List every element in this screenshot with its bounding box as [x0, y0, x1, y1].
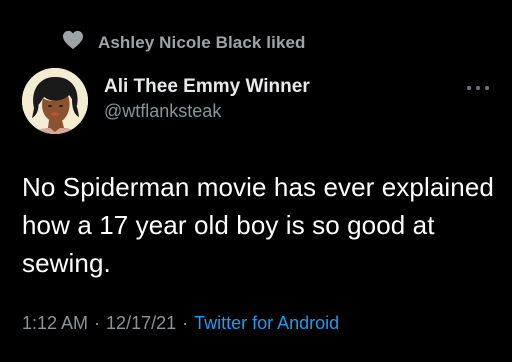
- tweet-date[interactable]: 12/17/21: [106, 313, 176, 334]
- meta-separator: ·: [94, 313, 101, 333]
- dot: [467, 86, 471, 90]
- social-context[interactable]: Ashley Nicole Black liked: [62, 30, 306, 55]
- tweet-time[interactable]: 1:12 AM: [22, 313, 88, 334]
- tweet-card: Ashley Nicole Black liked Ali Thee Emmy …: [0, 0, 512, 362]
- more-options-icon[interactable]: [467, 84, 489, 92]
- tweet-source[interactable]: Twitter for Android: [194, 313, 339, 334]
- tweet-meta: 1:12 AM · 12/17/21 · Twitter for Android: [22, 313, 339, 334]
- meta-separator: ·: [182, 313, 189, 333]
- social-context-text: Ashley Nicole Black liked: [98, 32, 306, 52]
- author-display-name[interactable]: Ali Thee Emmy Winner: [104, 76, 310, 98]
- heart-icon: [62, 30, 98, 55]
- dot: [476, 86, 480, 90]
- author-handle[interactable]: @wtflanksteak: [104, 100, 310, 122]
- author-info[interactable]: Ali Thee Emmy Winner @wtflanksteak: [104, 76, 310, 122]
- tweet-text: No Spiderman movie has ever explained ho…: [22, 172, 494, 278]
- dot: [485, 86, 489, 90]
- avatar[interactable]: [22, 68, 88, 134]
